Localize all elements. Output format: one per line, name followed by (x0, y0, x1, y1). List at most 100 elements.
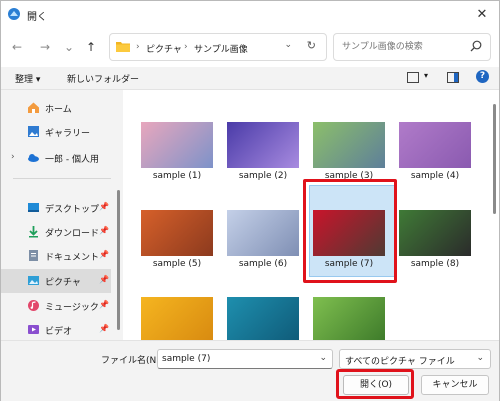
sidebar-item-label: ビデオ (45, 327, 73, 337)
desktop-icon (28, 203, 39, 212)
file-item[interactable]: sample (8) (399, 210, 471, 269)
thumbnail-image[interactable] (141, 122, 213, 168)
documents-icon (29, 250, 38, 261)
video-icon (28, 325, 39, 334)
file-name: sample (4) (410, 171, 460, 181)
file-list: sample (1) sample (2) sample (3) sample (4)… (123, 90, 499, 340)
open-dialog: 開く ✕ ← → ⌄ ↑ › ピクチャ › サンプル画像 ⌄ ↻ 整理 ▾ 新し… (0, 0, 500, 401)
back-arrow-icon[interactable]: ← (9, 39, 25, 55)
search-box[interactable] (333, 33, 491, 61)
search-icon[interactable] (470, 40, 482, 52)
sidebar-item-desktop[interactable]: デスクトップ 📌 (1, 196, 111, 220)
file-name: sample (8) (410, 259, 460, 269)
selection-annotation-box (303, 179, 397, 283)
cancel-button[interactable]: キャンセル (421, 375, 489, 395)
sidebar-item-label: 一郎 - 個人用 (45, 155, 99, 165)
music-icon (28, 300, 39, 311)
chevron-down-icon[interactable]: ⌄ (476, 353, 484, 363)
new-folder-button[interactable]: 新しいフォルダー (67, 72, 139, 85)
thumbnail-image[interactable] (399, 210, 471, 256)
thumbnail-image[interactable] (399, 122, 471, 168)
refresh-icon[interactable]: ↻ (307, 39, 316, 52)
filename-label: ファイル名(N): (101, 356, 163, 366)
address-bar[interactable]: › ピクチャ › サンプル画像 ⌄ ↻ (109, 33, 327, 61)
sidebar-divider (13, 178, 111, 179)
navigation-bar: ← → ⌄ ↑ › ピクチャ › サンプル画像 ⌄ ↻ (1, 27, 499, 67)
download-icon (29, 226, 38, 238)
pin-icon: 📌 (99, 226, 109, 235)
organize-button[interactable]: 整理 ▾ (15, 72, 40, 85)
filetype-select[interactable]: すべてのピクチャ ファイル ⌄ (339, 349, 491, 369)
address-dropdown-icon[interactable]: ⌄ (284, 40, 292, 50)
sidebar-item-downloads[interactable]: ダウンロード 📌 (1, 220, 111, 244)
thumbnail-image[interactable] (227, 122, 299, 168)
breadcrumb-sample-images[interactable]: サンプル画像 (194, 42, 248, 55)
sidebar-item-label: ギャラリー (45, 129, 91, 139)
file-name: sample (2) (238, 171, 288, 181)
view-mode-icon[interactable] (407, 72, 419, 83)
sidebar-item-onedrive[interactable]: › 一郎 - 個人用 (1, 146, 111, 170)
command-bar: 整理 ▾ 新しいフォルダー ▾ ? (1, 67, 499, 90)
file-item[interactable] (313, 297, 385, 340)
chevron-right-icon[interactable]: › (11, 152, 15, 162)
folder-icon (116, 42, 130, 52)
window-title: 開く (27, 12, 47, 23)
app-icon (8, 8, 20, 20)
gallery-icon (28, 126, 39, 137)
thumbnail-image[interactable] (313, 297, 385, 340)
breadcrumb-separator: › (184, 42, 188, 52)
breadcrumb-separator: › (136, 42, 140, 52)
pin-icon: 📌 (99, 300, 109, 309)
pictures-icon (28, 276, 39, 285)
preview-pane-icon[interactable] (447, 72, 459, 83)
chevron-down-icon[interactable]: ⌄ (319, 353, 327, 363)
sidebar-item-home[interactable]: ホーム (1, 96, 111, 120)
sidebar-item-label: ドキュメント (45, 253, 100, 263)
file-name: sample (6) (238, 259, 288, 269)
sidebar-item-label: ピクチャ (45, 278, 81, 288)
file-item[interactable]: sample (1) (141, 122, 213, 181)
search-input[interactable] (340, 38, 464, 56)
sidebar-item-label: ホーム (45, 105, 72, 115)
sidebar-item-pictures[interactable]: ピクチャ 📌 (1, 269, 111, 293)
file-item[interactable] (141, 297, 213, 340)
file-name: sample (1) (152, 171, 202, 181)
thumbnail-image[interactable] (141, 210, 213, 256)
sidebar-item-gallery[interactable]: ギャラリー (1, 120, 111, 144)
file-item[interactable]: sample (6) (227, 210, 299, 269)
sidebar-item-label: デスクトップ (45, 205, 100, 215)
home-icon (28, 102, 39, 113)
pin-icon: 📌 (99, 324, 109, 333)
recent-locations-icon[interactable]: ⌄ (61, 39, 77, 55)
filename-value[interactable]: sample (7) (162, 354, 210, 364)
open-button-annotation-box (336, 369, 414, 399)
thumbnail-image[interactable] (313, 122, 385, 168)
view-dropdown-icon[interactable]: ▾ (424, 71, 428, 80)
bottom-bar: ファイル名(N): sample (7) ⌄ すべてのピクチャ ファイル ⌄ 開… (1, 340, 499, 401)
navigation-pane: ホーム ギャラリー › 一郎 - 個人用 デスクトップ 📌 ダウンロード 📌 ド… (1, 90, 123, 340)
file-item[interactable]: sample (3) (313, 122, 385, 181)
breadcrumb-pictures[interactable]: ピクチャ (146, 42, 182, 55)
thumbnail-image[interactable] (227, 210, 299, 256)
forward-arrow-icon[interactable]: → (37, 39, 53, 55)
file-item[interactable]: sample (5) (141, 210, 213, 269)
file-item[interactable]: sample (4) (399, 122, 471, 181)
up-arrow-icon[interactable]: ↑ (83, 39, 99, 55)
thumbnail-image[interactable] (227, 297, 299, 340)
sidebar-item-documents[interactable]: ドキュメント 📌 (1, 244, 111, 268)
pin-icon: 📌 (99, 202, 109, 211)
sidebar-item-music[interactable]: ミュージック 📌 (1, 294, 111, 318)
sidebar-item-video[interactable]: ビデオ 📌 (1, 318, 111, 342)
file-name: sample (5) (152, 259, 202, 269)
help-icon[interactable]: ? (476, 70, 489, 83)
pin-icon: 📌 (99, 250, 109, 259)
close-button[interactable]: ✕ (465, 1, 499, 27)
pin-icon: 📌 (99, 275, 109, 284)
filename-field[interactable]: sample (7) ⌄ (157, 349, 333, 369)
sidebar-scrollbar[interactable] (117, 190, 120, 330)
file-item[interactable]: sample (2) (227, 122, 299, 181)
content-scrollbar[interactable] (493, 104, 496, 214)
title-bar: 開く ✕ (1, 1, 499, 27)
thumbnail-image[interactable] (141, 297, 213, 340)
file-item[interactable] (227, 297, 299, 340)
